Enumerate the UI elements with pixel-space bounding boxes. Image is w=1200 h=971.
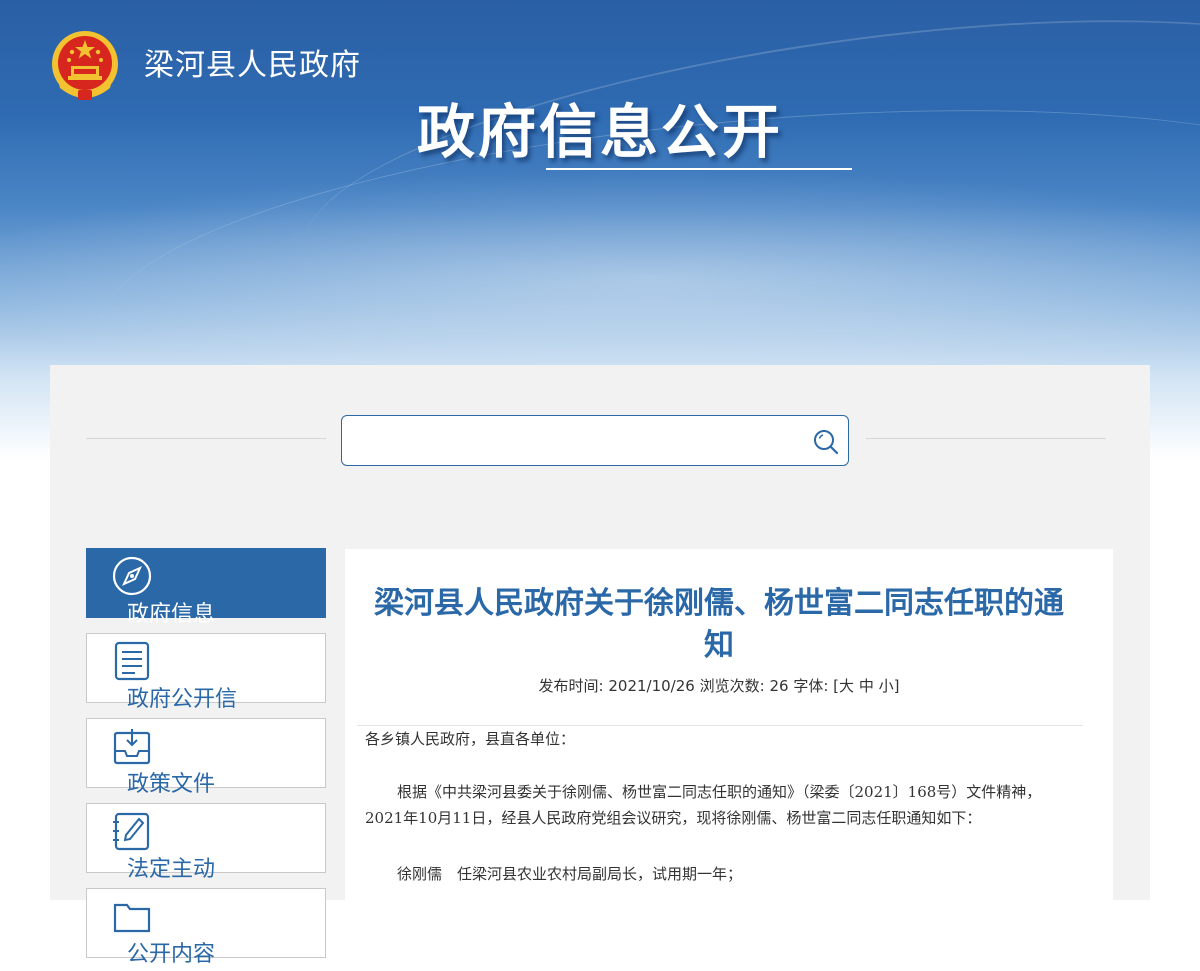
sidebar-item-label: 公开内容 bbox=[127, 942, 216, 967]
sidebar-item-label: 政府信息 bbox=[127, 602, 216, 627]
views-label: 浏览次数: bbox=[699, 677, 765, 695]
divider bbox=[86, 438, 326, 439]
font-large-link[interactable]: 大 bbox=[839, 677, 854, 695]
paragraph: 根据《中共梁河县委关于徐刚儒、杨世富二同志任职的通知》（梁委〔2021〕168号… bbox=[365, 783, 1042, 827]
document-icon bbox=[114, 641, 150, 681]
search-input[interactable] bbox=[352, 424, 796, 459]
site-name[interactable]: 梁河县人民政府 bbox=[144, 40, 361, 84]
sidebar-item-public-content[interactable]: 公开内容 bbox=[86, 888, 326, 967]
sidebar-item-disclosure-system[interactable]: 政府公开信息制度 bbox=[86, 633, 326, 744]
publish-label: 发布时间: bbox=[538, 677, 604, 695]
sidebar-item-gov-info[interactable]: 政府信息 bbox=[86, 548, 326, 627]
sidebar-item-label: 法定主动 bbox=[127, 857, 216, 882]
search-bar bbox=[341, 415, 849, 466]
article-card: 梁河县人民政府关于徐刚儒、杨世富二同志任职的通知 发布时间: 2021/10/2… bbox=[345, 549, 1113, 909]
article-title: 梁河县人民政府关于徐刚儒、杨世富二同志任职的通知 bbox=[374, 586, 1064, 663]
sidebar-item-policy-files[interactable]: 政策文件 bbox=[86, 718, 326, 797]
font-small-link[interactable]: 小 bbox=[879, 677, 894, 695]
article-meta: 发布时间: 2021/10/26 浏览次数: 26 字体: [大 中 小] bbox=[538, 677, 900, 695]
font-medium-link[interactable]: 中 bbox=[859, 677, 874, 695]
compass-icon bbox=[112, 556, 152, 596]
title-underline bbox=[546, 168, 852, 170]
font-size-label: 字体: bbox=[793, 677, 829, 695]
folder-icon bbox=[113, 903, 151, 933]
views-count: 26 bbox=[769, 677, 789, 695]
content-panel: 政府信息 政府公开信息制度 政策文件 bbox=[50, 365, 1150, 967]
salutation: 各乡镇人民政府，县直各单位： bbox=[365, 730, 576, 748]
inbox-icon bbox=[113, 729, 151, 765]
search-icon[interactable] bbox=[812, 428, 840, 456]
paragraph: 徐刚儒 任梁河县农业农村局副局长，试用期一年； bbox=[397, 865, 743, 883]
sidebar-item-statutory[interactable]: 法定主动 bbox=[86, 803, 326, 882]
edit-icon bbox=[113, 812, 150, 851]
publish-date: 2021/10/26 bbox=[608, 677, 695, 695]
divider bbox=[866, 438, 1106, 439]
page-title: 政府信息公开 bbox=[416, 98, 783, 166]
national-emblem-icon[interactable] bbox=[50, 30, 120, 102]
sidebar-item-label: 政策文件 bbox=[127, 772, 216, 797]
